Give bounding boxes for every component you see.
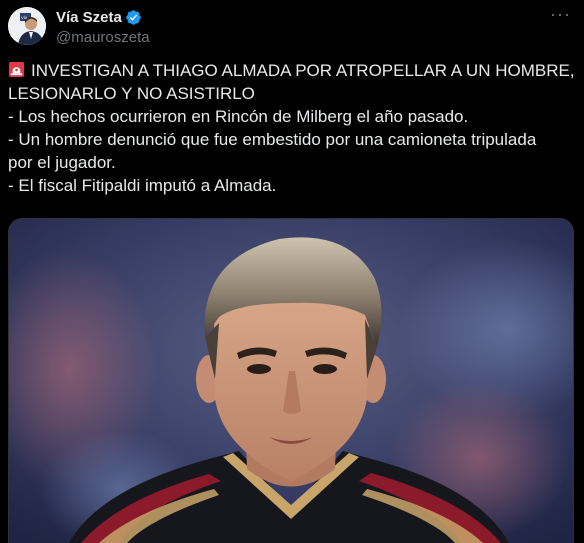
profile-photo: VÍA <box>8 7 46 45</box>
avatar[interactable]: VÍA <box>8 7 46 45</box>
tweet-line-1-text: INVESTIGAN A THIAGO ALMADA POR ATROPELLA… <box>31 61 575 80</box>
more-options-icon[interactable]: ··· <box>550 5 570 24</box>
verified-badge-icon <box>126 9 141 25</box>
display-name[interactable]: Vía Szeta <box>56 9 122 26</box>
handle[interactable]: @mauroszeta <box>56 29 150 46</box>
tweet-line-5: por el jugador. <box>8 153 116 172</box>
tweet-line-3: - Los hechos ocurrieron en Rincón de Mil… <box>8 107 469 126</box>
tweet-line-6: - El fiscal Fitipaldi imputó a Almada. <box>8 176 277 195</box>
tweet-text: INVESTIGAN A THIAGO ALMADA POR ATROPELLA… <box>8 59 578 197</box>
police-siren-icon <box>8 61 25 78</box>
tweet-line-4: - Un hombre denunció que fue embestido p… <box>8 130 537 149</box>
photo-of-player <box>9 219 573 543</box>
tweet-media[interactable] <box>8 218 574 543</box>
tweet-line-1: INVESTIGAN A THIAGO ALMADA POR ATROPELLA… <box>8 59 578 82</box>
tweet-line-2: LESIONARLO Y NO ASISTIRLO <box>8 84 255 103</box>
tweet-card[interactable]: VÍA Vía Szeta @mauroszeta ··· INVESTIGAN… <box>0 0 584 543</box>
